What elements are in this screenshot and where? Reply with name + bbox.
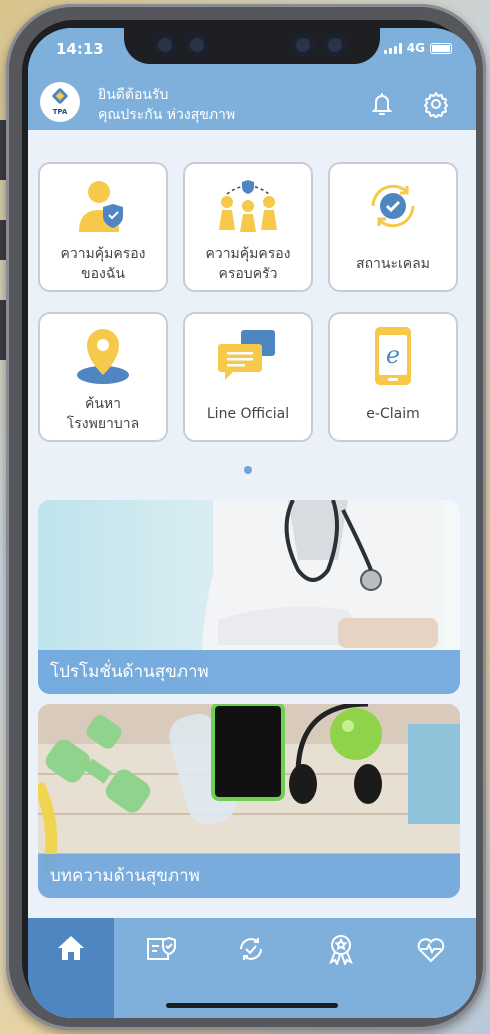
status-indicators: 4G: [383, 41, 452, 55]
network-type: 4G: [406, 41, 425, 55]
nav-home[interactable]: [28, 918, 114, 1018]
user-shield-icon: [63, 174, 143, 238]
bell-icon[interactable]: [368, 90, 396, 118]
nav-policy[interactable]: [118, 918, 204, 980]
banner-health-articles-label: บทความด้านสุขภาพ: [38, 854, 460, 898]
check-circle-icon: [240, 938, 262, 960]
menu-claim-status-label: สถานะเคลม: [356, 256, 430, 272]
app-logo: TPA: [40, 82, 80, 122]
menu-my-coverage-label: ความคุ้มครอง ของฉัน: [60, 246, 146, 282]
user-name: คุณประกัน ห่วงสุขภาพ: [98, 107, 236, 123]
app-header: TPA ยินดีต้อนรับ คุณประกัน ห่วงสุขภาพ: [28, 76, 476, 130]
home-icon: [58, 936, 84, 960]
policy-card-icon: [147, 936, 176, 960]
signal-icon: [383, 42, 402, 54]
quick-menu: ความคุ้มครอง ของฉัน ความคุ้มครอง ครอบครั…: [28, 138, 476, 498]
status-time: 14:13: [56, 40, 104, 58]
svg-text:e: e: [386, 341, 400, 369]
greeting-text: ยินดีต้อนรับ: [98, 87, 169, 103]
menu-line-official-label: Line Official: [206, 406, 290, 422]
banner-health-promotion[interactable]: โปรโมชั่นด้านสุขภาพ: [38, 500, 460, 694]
menu-family-coverage[interactable]: ความคุ้มครอง ครอบครัว: [183, 162, 313, 292]
menu-find-hospital-label: ค้นหา โรงพยาบาล: [66, 396, 140, 432]
banner-health-promotion-label: โปรโมชั่นด้านสุขภาพ: [38, 650, 460, 694]
menu-family-coverage-label: ความคุ้มครอง ครอบครัว: [205, 246, 291, 282]
nav-health[interactable]: [388, 918, 474, 980]
award-badge-icon: [329, 935, 353, 965]
menu-e-claim-label: e-Claim: [366, 406, 420, 422]
bottom-navigation: [28, 918, 476, 1018]
svg-text:TPA: TPA: [53, 108, 68, 116]
family-shield-icon: [208, 174, 288, 238]
menu-e-claim[interactable]: e e-Claim: [328, 312, 458, 442]
camera-notch: [124, 28, 380, 64]
menu-line-official[interactable]: Line Official: [183, 312, 313, 442]
battery-icon: [430, 42, 452, 54]
menu-claim-status[interactable]: สถานะเคลม: [328, 162, 458, 292]
location-pin-icon: [63, 324, 143, 388]
nav-claim[interactable]: [208, 918, 294, 980]
chat-bubbles-icon: [208, 324, 288, 388]
banner-health-articles[interactable]: บทความด้านสุขภาพ: [38, 704, 460, 898]
app-screen: 14:13 4G TPA ยินดีต้อนรับ คุณประกัน ห่วง…: [28, 28, 476, 1018]
menu-find-hospital[interactable]: ค้นหา โรงพยาบาล: [38, 312, 168, 442]
mobile-e-icon: e: [353, 324, 433, 388]
home-indicator: [166, 1003, 338, 1008]
heart-pulse-icon: [417, 938, 445, 963]
gear-icon[interactable]: [422, 90, 450, 119]
menu-my-coverage[interactable]: ความคุ้มครอง ของฉัน: [38, 162, 168, 292]
claim-status-icon: [353, 174, 433, 238]
page-indicator-dot: [244, 466, 252, 474]
nav-rewards[interactable]: [298, 918, 384, 980]
